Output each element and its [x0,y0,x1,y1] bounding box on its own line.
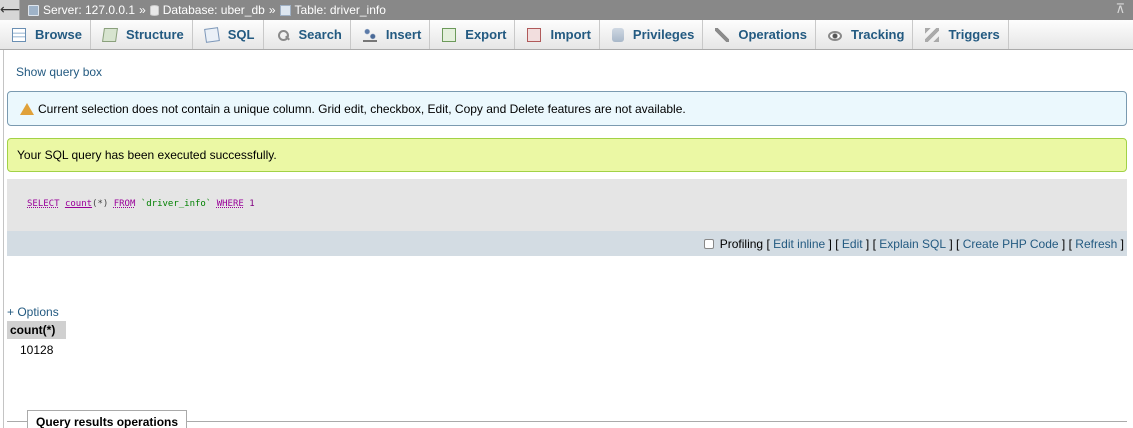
close-bracket: ] [949,236,953,251]
table-cell-count: 10128 [20,343,54,357]
open-bracket: [ [872,236,876,251]
tab-tracking[interactable]: Tracking [816,20,914,49]
open-bracket: [ [766,236,770,251]
close-bracket: ] [828,236,832,251]
sql-keyword-from: FROM [113,199,136,209]
table-header-row: count(*) [7,321,67,339]
tab-label: Operations [738,27,807,42]
server-icon [28,4,39,16]
sql-table-name: `driver_info` [140,199,212,209]
tab-label: Tracking [850,27,905,42]
tab-label: Search [298,27,342,42]
triggers-icon [925,27,940,42]
tab-label: Import [550,27,591,42]
sql-function-count[interactable]: count [65,199,92,209]
sql-keyword-where: WHERE [216,199,244,209]
breadcrumb-table[interactable]: Table: driver_info [279,3,386,17]
breadcrumb-bar: ⟵ Server: 127.0.0.1 » Database: uber_db … [0,0,1133,20]
breadcrumb-database-label[interactable]: Database: uber_db [163,3,265,17]
open-bracket: [ [835,236,839,251]
success-message: Your SQL query has been executed success… [7,138,1127,172]
profiling-checkbox[interactable] [703,238,714,249]
tab-export[interactable]: Export [430,20,516,49]
edit-inline-link[interactable]: Edit inline [773,237,825,251]
tab-structure[interactable]: Structure [91,20,193,49]
options-link[interactable]: + Options [7,305,59,319]
export-icon [442,27,457,42]
tab-label: Insert [385,27,422,42]
breadcrumb: Server: 127.0.0.1 » Database: uber_db » … [28,2,386,18]
create-php-code-link[interactable]: Create PHP Code [963,237,1059,251]
sql-icon [203,26,220,43]
sql-value: 1 [249,199,255,209]
back-arrow-icon[interactable]: ⟵ [0,0,20,20]
success-text: Your SQL query has been executed success… [17,148,277,162]
tab-insert[interactable]: Insert [351,20,431,49]
tab-privileges[interactable]: Privileges [600,20,704,49]
open-bracket: [ [956,236,960,251]
column-header-count[interactable]: count(*) [7,321,67,339]
insert-icon [362,27,377,42]
notice-message: Current selection does not contain a uni… [7,91,1127,126]
sql-keyword-select[interactable]: SELECT [27,199,60,209]
tab-operations[interactable]: Operations [703,20,816,49]
breadcrumb-separator: » [139,3,146,17]
operations-icon [715,27,730,42]
tab-triggers[interactable]: Triggers [913,20,1009,49]
profiling-label[interactable]: Profiling [720,237,763,251]
table-icon [279,4,291,16]
notice-text: Current selection does not contain a uni… [38,101,686,116]
sql-code: SELECT count(*) FROM `driver_info` WHERE… [27,199,255,209]
breadcrumb-table-label[interactable]: Table: driver_info [295,3,386,17]
query-tools-bar: Profiling [ Edit inline ] [ Edit ] [ Exp… [7,231,1127,256]
close-bracket: ] [865,236,870,251]
refresh-link[interactable]: Refresh [1075,237,1117,251]
tracking-icon [827,30,842,41]
edit-link[interactable]: Edit [842,237,863,251]
explain-sql-link[interactable]: Explain SQL [879,237,946,251]
tab-label: Browse [35,27,82,42]
content-left-border [3,50,4,428]
open-bracket: [ [1068,236,1072,251]
search-icon [276,28,290,42]
sql-query-box: SELECT count(*) FROM `driver_info` WHERE… [7,179,1127,231]
tab-sql[interactable]: SQL [193,20,264,49]
close-bracket: ] [1061,236,1066,251]
browse-icon [12,27,26,42]
database-icon [149,4,159,16]
sql-args: (*) [92,199,109,209]
collapse-icon[interactable]: ⊼ [1115,1,1125,17]
tab-import[interactable]: Import [515,20,600,49]
warning-icon [20,102,34,115]
structure-icon [101,27,118,42]
show-query-box-link[interactable]: Show query box [16,65,102,79]
tab-bar-filler [1009,20,1133,49]
tab-label: Triggers [948,27,1000,42]
privileges-icon [611,27,624,42]
table-row: 10128 [7,339,66,361]
breadcrumb-separator: » [268,3,276,17]
tab-browse[interactable]: Browse [0,20,91,49]
tab-search[interactable]: Search [264,20,351,49]
tab-label: SQL [227,27,255,42]
import-icon [527,27,542,42]
tab-label: Privileges [632,27,695,42]
breadcrumb-server[interactable]: Server: 127.0.0.1 [28,3,135,17]
breadcrumb-database[interactable]: Database: uber_db [149,3,265,17]
tab-label: Structure [125,27,184,42]
close-bracket: ] [1120,236,1124,251]
tab-label: Export [465,27,507,42]
breadcrumb-server-label[interactable]: Server: 127.0.0.1 [43,3,135,17]
tab-bar: Browse Structure SQL Search Insert Expor… [0,20,1133,50]
results-table: count(*) 10128 [7,321,67,361]
query-results-operations-legend: Query results operations [27,410,187,428]
